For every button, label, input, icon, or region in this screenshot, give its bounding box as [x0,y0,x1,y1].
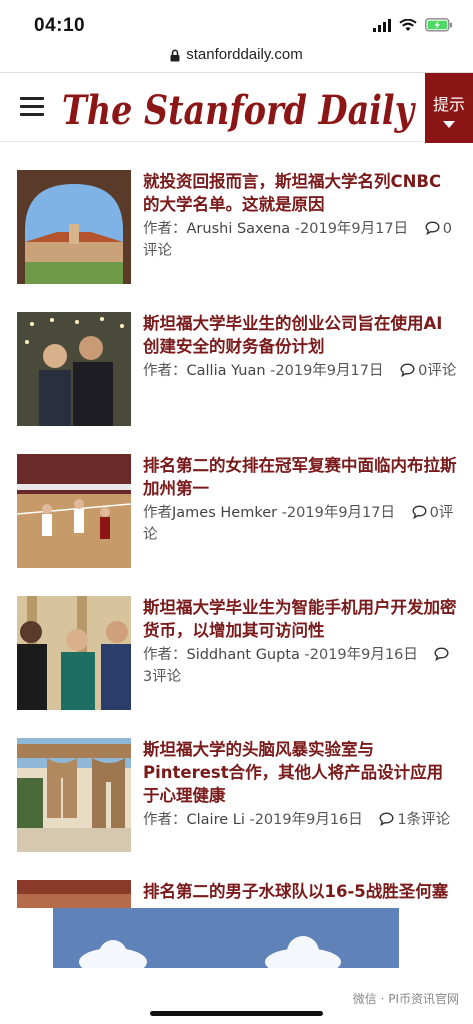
comment-bubble-icon [425,221,440,235]
status-icons [373,17,453,33]
lock-icon [170,49,180,62]
status-bar: 04:10 [0,0,473,46]
article-text: 就投资回报而言，斯坦福大学名列CNBC的大学名单。这就是原因 作者：Arushi… [143,170,457,262]
article-headline[interactable]: 排名第二的女排在冠军复赛中面临内布拉斯加州第一 [143,454,457,500]
comment-bubble-icon [379,812,394,826]
author-prefix: 作者： [143,221,187,237]
article-thumbnail[interactable] [17,170,131,284]
article-date: -2019年9月16日 [244,812,363,828]
article-item[interactable]: 斯坦福大学毕业生的创业公司旨在使用AI创建安全的财务备份计划 作者：Callia… [17,312,457,428]
article-meta: 作者James Hemker -2019年9月17日 0评论 [143,502,457,546]
hint-label: 提示 [432,95,465,114]
home-indicator[interactable] [150,1011,323,1016]
url-text: stanforddaily.com [186,46,303,63]
hamburger-menu-icon[interactable] [20,97,44,117]
hint-dropdown-button[interactable]: 提示 [425,73,473,143]
article-thumbnail[interactable] [17,454,131,568]
author-link[interactable]: James Hemker [172,505,277,521]
article-date: -2019年9月17日 [265,363,384,379]
comment-count[interactable]: 0评论 [418,363,456,379]
comment-bubble-icon [400,363,415,377]
article-headline[interactable]: 斯坦福大学毕业生的创业公司旨在使用AI创建安全的财务备份计划 [143,312,457,358]
article-date: -2019年9月16日 [299,647,418,663]
author-prefix: 作者： [143,812,187,828]
author-link[interactable]: Siddhant Gupta [187,647,300,663]
article-item[interactable]: 排名第二的女排在冠军复赛中面临内布拉斯加州第一 作者James Hemker -… [17,454,457,570]
article-text: 斯坦福大学毕业生的创业公司旨在使用AI创建安全的财务备份计划 作者：Callia… [143,312,457,382]
battery-charging-icon [425,18,452,32]
article-text: 斯坦福大学的头脑风暴实验室与Pinterest合作，其他人将产品设计应用于心理健… [143,738,457,831]
article-text: 排名第二的女排在冠军复赛中面临内布拉斯加州第一 作者James Hemker -… [143,454,457,546]
article-meta: 作者：Arushi Saxena -2019年9月17日 0评论 [143,218,457,262]
comment-count[interactable]: 1条评论 [397,812,450,828]
masthead-logo: The Stanford Daily [62,87,416,134]
author-prefix: 作者： [143,363,187,379]
ad-banner[interactable] [53,908,399,968]
article-item[interactable]: 斯坦福大学的头脑风暴实验室与Pinterest合作，其他人将产品设计应用于心理健… [17,738,457,854]
article-text: 排名第二的男子水球队以16-5战胜圣何塞 [143,880,457,903]
status-time: 04:10 [34,15,86,36]
article-item[interactable]: 斯坦福大学毕业生为智能手机用户开发加密货币，以增加其可访问性 作者：Siddha… [17,596,457,712]
article-meta: 作者：Siddhant Gupta -2019年9月16日 3评论 [143,644,457,688]
article-date: -2019年9月17日 [290,221,409,237]
article-thumbnail[interactable] [17,880,131,908]
article-headline[interactable]: 斯坦福大学的头脑风暴实验室与Pinterest合作，其他人将产品设计应用于心理健… [143,738,457,807]
article-item[interactable]: 排名第二的男子水球队以16-5战胜圣何塞 [17,880,457,908]
svg-text:The Stanford Daily: The Stanford Daily [62,87,416,134]
article-date: -2019年9月17日 [277,505,396,521]
author-link[interactable]: Callia Yuan [187,363,266,379]
wifi-icon [399,18,417,31]
author-prefix: 作者 [143,505,172,521]
article-headline[interactable]: 斯坦福大学毕业生为智能手机用户开发加密货币，以增加其可访问性 [143,596,457,642]
article-meta: 作者：Callia Yuan -2019年9月17日 0评论 [143,360,457,382]
address-bar[interactable]: stanforddaily.com [0,46,473,72]
comment-count[interactable]: 3评论 [143,669,181,685]
caret-down-icon [443,121,455,128]
watermark: 微信 · PI币资讯官网 [352,992,459,1006]
article-headline[interactable]: 排名第二的男子水球队以16-5战胜圣何塞 [143,880,457,903]
author-prefix: 作者： [143,647,187,663]
comment-bubble-icon [434,647,449,661]
author-link[interactable]: Arushi Saxena [187,221,291,237]
article-thumbnail[interactable] [17,596,131,710]
article-meta: 作者：Claire Li -2019年9月16日 1条评论 [143,809,457,831]
cellular-signal-icon [373,18,391,32]
author-link[interactable]: Claire Li [187,812,245,828]
article-headline[interactable]: 就投资回报而言，斯坦福大学名列CNBC的大学名单。这就是原因 [143,170,457,216]
comment-bubble-icon [412,505,427,519]
article-thumbnail[interactable] [17,312,131,426]
article-item[interactable]: 就投资回报而言，斯坦福大学名列CNBC的大学名单。这就是原因 作者：Arushi… [17,170,457,286]
site-header: The Stanford Daily 提示 [0,72,473,143]
article-thumbnail[interactable] [17,738,131,852]
article-text: 斯坦福大学毕业生为智能手机用户开发加密货币，以增加其可访问性 作者：Siddha… [143,596,457,688]
